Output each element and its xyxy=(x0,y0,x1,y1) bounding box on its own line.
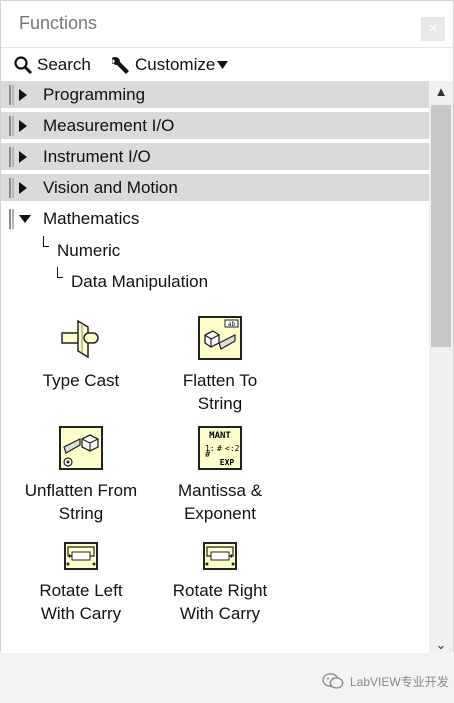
item-label-line2: String xyxy=(197,394,243,413)
item-label: Mantissa & xyxy=(177,481,263,500)
palette-content: Programming Measurement I/O Instrument I… xyxy=(1,81,429,653)
drag-grip-icon[interactable] xyxy=(9,147,14,167)
rotate-left-icon xyxy=(64,542,98,570)
item-label: Unflatten From xyxy=(24,481,138,500)
category-label: Vision and Motion xyxy=(43,178,178,197)
drag-grip-icon[interactable] xyxy=(9,116,14,136)
expand-arrow-icon[interactable] xyxy=(19,89,27,101)
palette-toolbar: Search Customize xyxy=(1,47,453,81)
category-vision-and-motion[interactable]: Vision and Motion xyxy=(1,174,429,203)
subpalette-data-manipulation[interactable]: Data Manipulation xyxy=(71,272,208,292)
item-label-line2: String xyxy=(58,504,104,523)
drag-grip-icon[interactable] xyxy=(9,209,14,229)
watermark: LabVIEW专业开发 xyxy=(322,672,449,690)
svg-text:ab: ab xyxy=(228,321,236,328)
search-button[interactable]: Search xyxy=(13,53,91,77)
drag-grip-icon[interactable] xyxy=(9,178,14,198)
window-title: Functions xyxy=(19,13,98,33)
palette-item-rotate-right-with-carry[interactable]: Rotate Right With Carry xyxy=(160,541,280,625)
category-measurement-io[interactable]: Measurement I/O xyxy=(1,112,429,141)
tree-elbow-icon xyxy=(57,267,63,278)
vertical-scrollbar[interactable]: ▲ ⌄ xyxy=(429,81,453,653)
search-label: Search xyxy=(37,55,91,74)
unflatten-from-string-icon xyxy=(59,426,103,470)
palette-item-type-cast[interactable]: Type Cast xyxy=(21,315,141,392)
item-label-line2: Exponent xyxy=(184,504,256,523)
palette-item-mantissa-exponent[interactable]: MANT 1: # <:2 # EXP Mantissa & Exponent xyxy=(160,425,280,525)
close-button[interactable]: × xyxy=(421,17,445,41)
expand-arrow-icon[interactable] xyxy=(19,182,27,194)
item-label: Type Cast xyxy=(42,371,120,390)
scroll-down-button[interactable]: ⌄ xyxy=(429,637,453,653)
palette-item-unflatten-from-string[interactable]: Unflatten From String xyxy=(21,425,141,525)
type-cast-icon xyxy=(61,319,99,359)
functions-palette: Functions × Search Customize Programming xyxy=(0,0,454,653)
item-label: Rotate Left xyxy=(39,581,123,600)
category-mathematics[interactable]: Mathematics xyxy=(1,205,429,234)
category-label: Mathematics xyxy=(43,209,140,228)
category-programming[interactable]: Programming xyxy=(1,81,429,110)
palette-item-rotate-left-with-carry[interactable]: Rotate Left With Carry xyxy=(21,541,141,625)
item-label-line2: With Carry xyxy=(40,604,122,623)
watermark-text: LabVIEW专业开发 xyxy=(350,674,449,689)
scroll-thumb[interactable] xyxy=(431,105,451,347)
wechat-icon xyxy=(322,673,344,689)
customize-button[interactable]: Customize xyxy=(109,53,232,77)
item-label: Rotate Right xyxy=(172,581,268,600)
item-label: Flatten To xyxy=(182,371,258,390)
wrench-icon xyxy=(112,57,129,74)
category-label: Programming xyxy=(43,85,146,104)
rotate-right-icon xyxy=(203,542,237,570)
subpalette-numeric[interactable]: Numeric xyxy=(57,241,120,261)
scroll-up-button[interactable]: ▲ xyxy=(429,81,453,103)
category-instrument-io[interactable]: Instrument I/O xyxy=(1,143,429,172)
svg-text:#: # xyxy=(205,450,211,460)
palette-item-flatten-to-string[interactable]: ab Flatten To String xyxy=(160,315,280,415)
customize-label: Customize xyxy=(135,55,216,74)
flatten-to-string-icon: ab xyxy=(198,316,242,360)
title-bar[interactable]: Functions × xyxy=(1,1,453,47)
tree-elbow-icon xyxy=(43,236,49,247)
svg-text:#: # xyxy=(217,444,222,453)
svg-text:<:2: <:2 xyxy=(225,444,240,453)
search-icon xyxy=(14,56,33,75)
exponent-icon-text: EXP xyxy=(220,458,235,467)
category-label: Instrument I/O xyxy=(43,147,151,166)
mantissa-exponent-icon: MANT 1: # <:2 # EXP xyxy=(198,426,242,470)
mantissa-icon-text: MANT xyxy=(209,431,231,441)
expand-arrow-icon[interactable] xyxy=(19,120,27,132)
expand-arrow-icon[interactable] xyxy=(19,151,27,163)
drag-grip-icon[interactable] xyxy=(9,85,14,105)
category-label: Measurement I/O xyxy=(43,116,175,135)
collapse-arrow-icon[interactable] xyxy=(19,215,31,223)
dropdown-arrow-icon xyxy=(217,61,229,69)
item-label-line2: With Carry xyxy=(179,604,261,623)
